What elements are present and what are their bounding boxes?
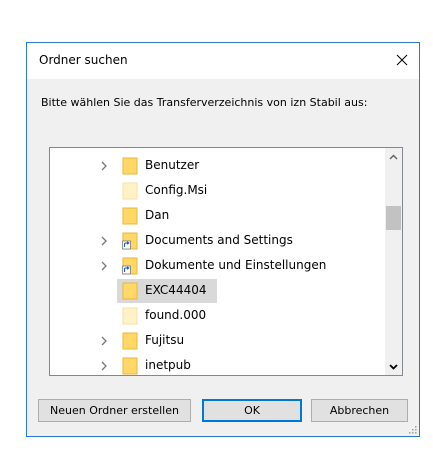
title-bar[interactable]: Ordner suchen xyxy=(27,43,419,79)
shortcut-folder-icon xyxy=(122,257,138,275)
tree-item[interactable]: Dan xyxy=(50,204,386,228)
folder-tree[interactable]: Benutzer Config.Msi Dan Documents and Setti… xyxy=(49,147,403,376)
tree-item-label: found.000 xyxy=(145,308,207,322)
tree-item-label: Dan xyxy=(145,208,170,222)
chevron-down-icon xyxy=(389,363,398,370)
tree-item[interactable]: found.000 xyxy=(50,304,386,328)
dialog-title: Ordner suchen xyxy=(39,53,128,67)
tree-item-label: Documents and Settings xyxy=(145,233,293,247)
folder-icon xyxy=(122,182,138,200)
chevron-up-icon xyxy=(389,154,398,159)
shortcut-folder-icon xyxy=(122,232,138,250)
folder-icon xyxy=(122,332,138,350)
new-folder-button[interactable]: Neuen Ordner erstellen xyxy=(38,399,191,422)
ok-button[interactable]: OK xyxy=(202,399,302,422)
folder-browser-dialog: Ordner suchen Bitte wählen Sie das Trans… xyxy=(26,42,420,437)
tree-item[interactable]: Dokumente und Einstellungen xyxy=(50,254,386,278)
tree-item[interactable]: Config.Msi xyxy=(50,179,386,203)
close-icon xyxy=(396,54,408,66)
folder-icon xyxy=(122,282,138,300)
resize-grip-icon[interactable] xyxy=(407,424,417,434)
vertical-scrollbar[interactable] xyxy=(385,148,402,375)
chevron-right-icon[interactable] xyxy=(98,234,110,248)
tree-item-label: Fujitsu xyxy=(145,333,185,347)
chevron-right-icon[interactable] xyxy=(98,259,110,273)
cancel-button[interactable]: Abbrechen xyxy=(311,399,408,422)
tree-item-label: Config.Msi xyxy=(145,183,208,197)
chevron-right-icon[interactable] xyxy=(98,359,110,373)
folder-icon xyxy=(122,157,138,175)
instruction-text: Bitte wählen Sie das Transferverzeichnis… xyxy=(41,96,368,109)
chevron-right-icon[interactable] xyxy=(98,334,110,348)
tree-item[interactable]: Fujitsu xyxy=(50,329,386,353)
tree-item[interactable]: Benutzer xyxy=(50,154,386,178)
tree-item-label: Dokumente und Einstellungen xyxy=(145,258,327,272)
scroll-down-button[interactable] xyxy=(385,358,402,375)
scroll-up-button[interactable] xyxy=(385,148,402,165)
folder-icon xyxy=(122,307,138,325)
tree-item[interactable]: EXC44404 xyxy=(50,279,386,303)
folder-icon xyxy=(122,207,138,225)
tree-item-label: inetpub xyxy=(145,358,191,372)
tree-item[interactable]: inetpub xyxy=(50,354,386,375)
tree-item-label: EXC44404 xyxy=(145,283,207,297)
tree-item-label: Benutzer xyxy=(145,158,200,172)
scroll-thumb[interactable] xyxy=(386,206,401,230)
tree-item[interactable]: Documents and Settings xyxy=(50,229,386,253)
close-button[interactable] xyxy=(385,43,419,77)
folder-icon xyxy=(122,357,138,375)
chevron-right-icon[interactable] xyxy=(98,159,110,173)
